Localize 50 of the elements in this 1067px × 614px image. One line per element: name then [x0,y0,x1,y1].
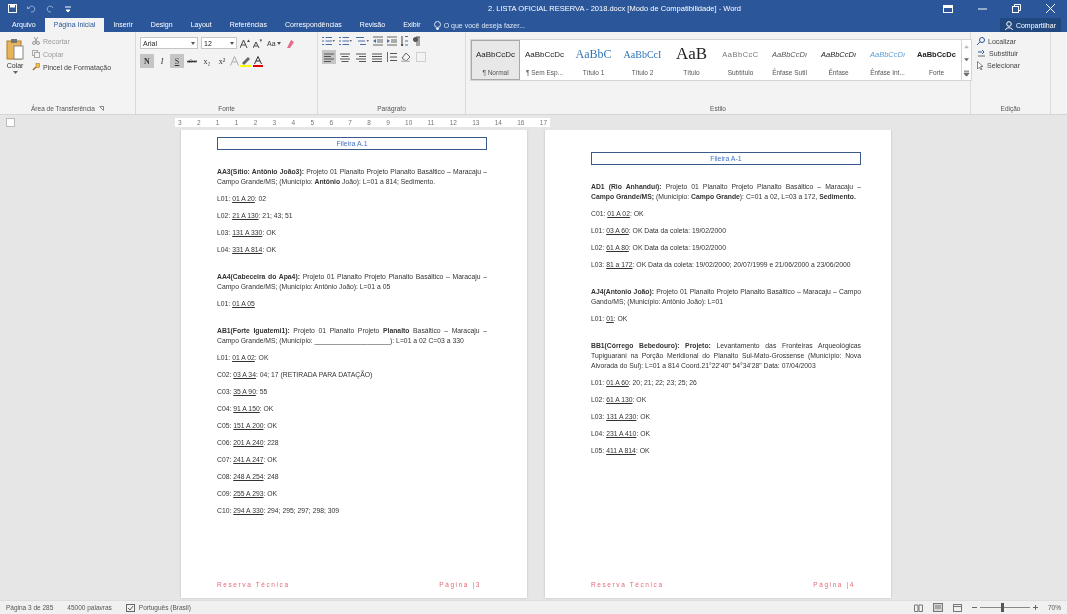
clear-formatting-icon[interactable] [285,38,295,48]
proofing-icon[interactable] [125,603,135,612]
dropdown-icon [12,71,18,74]
save-icon[interactable] [8,4,17,13]
numbering-icon[interactable] [339,36,352,46]
shrink-font-icon[interactable] [253,38,262,48]
dropdown-icon [276,41,281,45]
zoom-in-icon[interactable] [1033,605,1038,610]
lightbulb-icon[interactable] [433,20,441,30]
line-spacing-icon[interactable] [386,52,399,62]
search-icon [977,37,985,45]
align-button[interactable] [338,50,352,64]
scissors-icon [32,37,40,45]
sort-icon[interactable] [401,36,409,46]
dialog-launcher-icon[interactable] [98,105,104,111]
zoom-out-icon[interactable] [972,605,977,610]
web-layout-icon[interactable] [953,603,962,612]
align-button[interactable] [370,50,384,64]
format-button[interactable]: x₂ [200,54,214,68]
format-button[interactable]: S [170,54,184,68]
format-button[interactable]: I [155,54,169,68]
dropdown-icon [191,41,195,45]
ribbon-display-icon[interactable] [943,4,953,13]
multilevel-list-icon[interactable] [356,36,369,46]
format-button[interactable]: x² [215,54,229,68]
bullets-icon[interactable] [322,36,335,46]
brush-icon [32,63,40,71]
print-layout-icon[interactable] [933,603,943,612]
pilcrow-icon[interactable] [413,36,420,46]
restore-icon[interactable] [1011,4,1021,13]
highlight-icon[interactable] [240,55,252,67]
grow-font-icon[interactable] [240,38,250,48]
increase-indent-icon[interactable] [387,36,397,46]
person-icon [1004,20,1013,30]
close-icon[interactable] [1045,4,1055,13]
replace-icon [977,49,986,57]
undo-icon[interactable] [27,4,36,13]
dropdown-icon [230,41,234,45]
customize-icon[interactable] [65,4,71,13]
decrease-indent-icon[interactable] [373,36,383,46]
format-button[interactable]: N [140,54,154,68]
zoom-slider-thumb[interactable] [1001,603,1005,612]
pointer-icon [977,61,984,70]
redo-icon[interactable] [46,4,55,13]
clipboard-icon [6,38,24,60]
font-color-icon[interactable] [253,55,264,67]
read-mode-icon[interactable] [914,603,923,612]
align-button[interactable] [322,50,336,64]
align-button[interactable] [354,50,368,64]
copy-icon [32,50,40,58]
